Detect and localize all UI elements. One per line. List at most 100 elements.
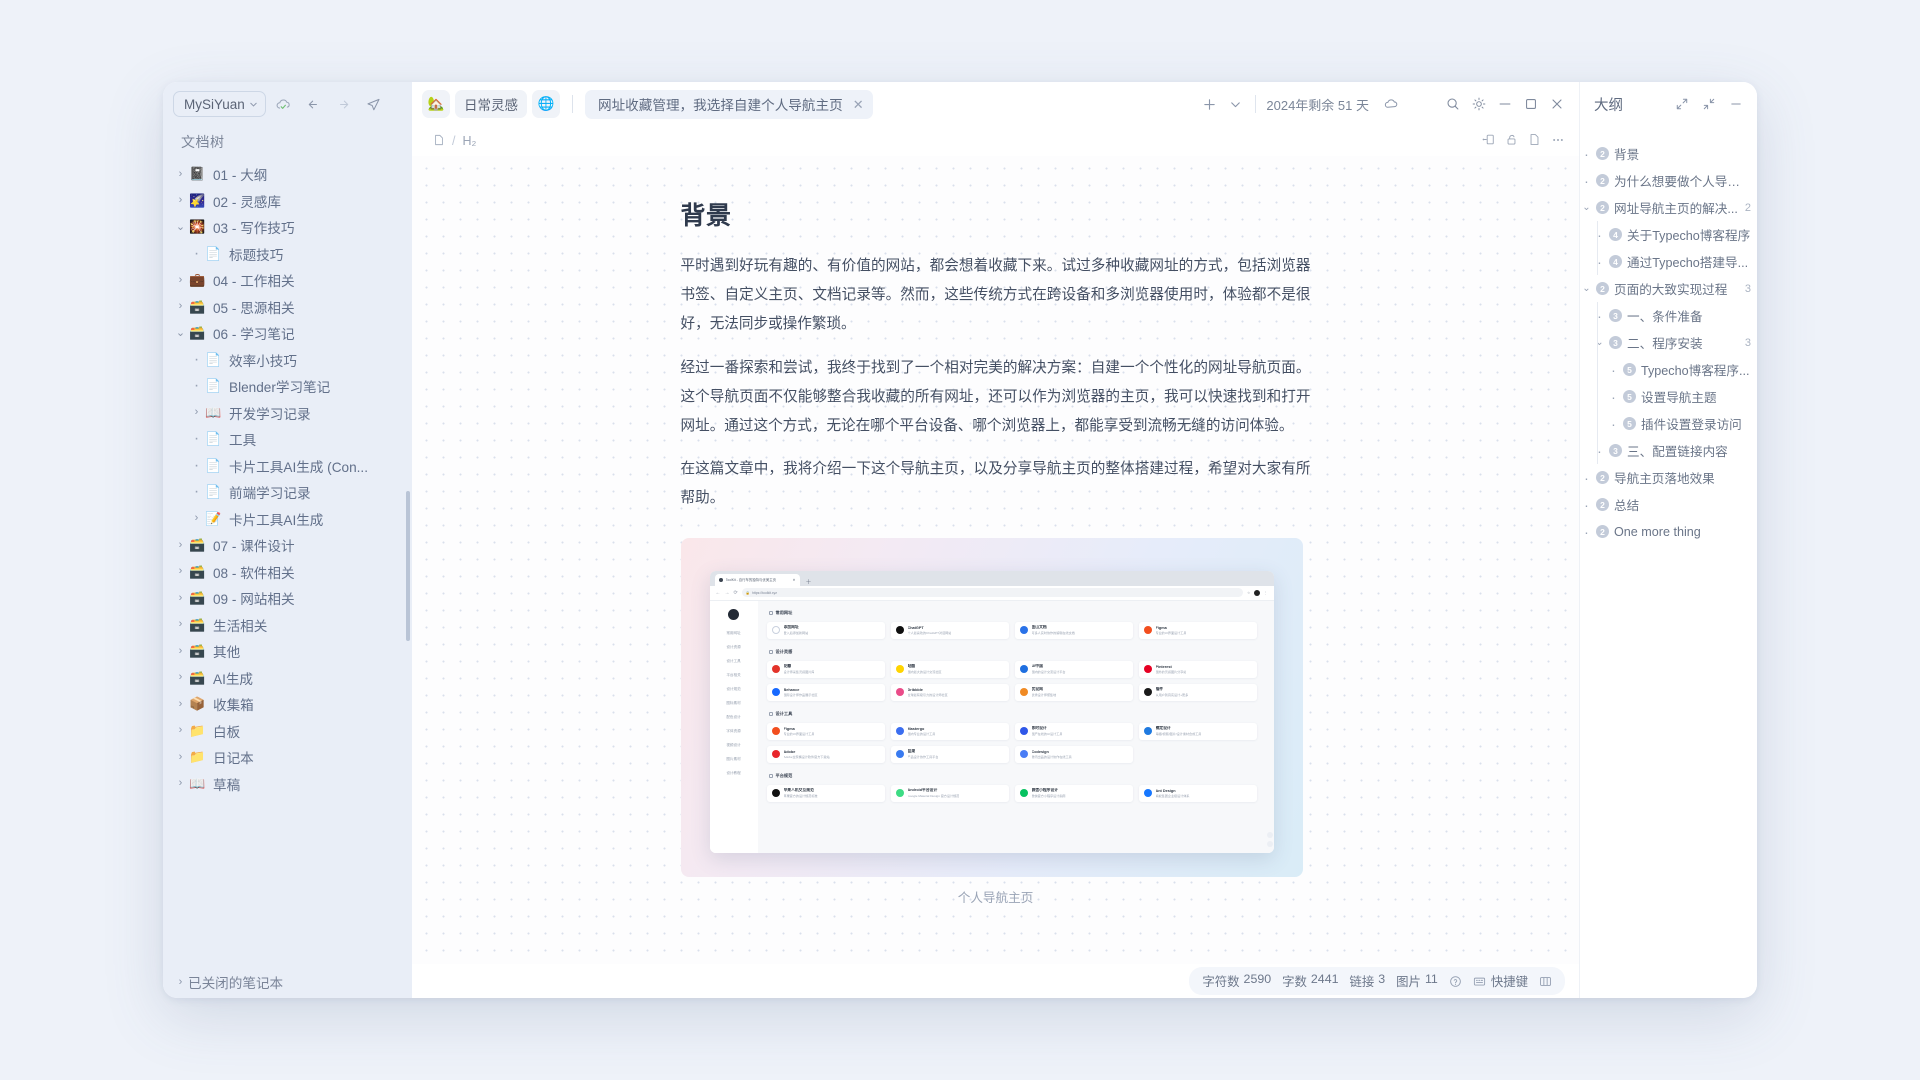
tree-item[interactable]: › 📓 01 - 大纲 [163,161,412,188]
outline-minimize-icon[interactable] [1724,92,1748,116]
tab-daily-inspiration[interactable]: 日常灵感 [455,90,527,118]
outline-item[interactable]: · 4 关于Typecho博客程序 [1580,221,1757,248]
help-circle-icon[interactable] [1449,975,1462,988]
outline-item[interactable]: ⌄ 2 页面的大致实现过程 3 [1580,275,1757,302]
tree-item[interactable]: › 💼 04 - 工作相关 [163,267,412,294]
outline-toggle-icon[interactable] [1482,133,1495,149]
unlock-icon[interactable] [1505,133,1518,149]
chevron-right-icon[interactable]: › [173,566,188,577]
tree-item[interactable]: › 🗃️ 其他 [163,638,412,665]
tree-item[interactable]: › 📁 白板 [163,718,412,745]
outline-item[interactable]: · 2 One more thing [1580,518,1757,545]
figure-image[interactable]: ToolKit - 自行车的独特与优美主页 ✕ ＋ ← → ⟳ 🔒 https:… [680,537,1303,877]
closed-notebooks-row[interactable]: › 已关闭的笔记本 [163,966,412,998]
outline-item[interactable]: · 5 Typecho博客程序... [1580,356,1757,383]
add-tab-button[interactable] [1197,92,1221,116]
collapse-all-icon[interactable] [1697,92,1721,116]
chevron-right-icon[interactable]: › [173,592,188,604]
chevron-down-icon[interactable]: ⌄ [173,221,188,233]
chevron-right-icon[interactable]: › [173,195,188,206]
forward-arrow-icon[interactable] [332,92,356,116]
tree-item[interactable]: ⌄ 🎇 03 - 写作技巧 [163,214,412,241]
outline-item[interactable]: · 3 三、配置链接内容 [1580,437,1757,464]
window-close-icon[interactable] [1545,92,1569,116]
tree-item[interactable]: › 📖 开发学习记录 [163,400,412,427]
tree-item[interactable]: › 📦 收集箱 [163,691,412,718]
back-arrow-icon[interactable] [302,92,326,116]
outline-item[interactable]: · 5 设置导航主题 [1580,383,1757,410]
cloud-icon[interactable] [1379,92,1403,116]
outline-item[interactable]: ⌄ 3 二、程序安装 3 [1580,329,1757,356]
chevron-right-icon[interactable]: › [173,645,188,657]
tree-item[interactable]: › 🗃️ 07 - 课件设计 [163,532,412,559]
tree-item[interactable]: › 🗃️ 生活相关 [163,612,412,639]
chevron-right-icon[interactable]: › [173,672,188,683]
chevron-right-icon[interactable]: › [189,513,204,524]
tab-list-chevron-down-icon[interactable] [1223,92,1247,116]
tree-item[interactable]: ⌄ 🗃️ 06 - 学习笔记 [163,320,412,347]
tree-item[interactable]: · 📄 Blender学习笔记 [163,373,412,400]
chevron-right-icon[interactable]: › [173,168,188,180]
chevron-right-icon[interactable]: › [189,407,204,418]
minimize-icon[interactable] [1493,92,1517,116]
sidebar-scrollbar[interactable] [406,491,410,641]
document-tree[interactable]: › 📓 01 - 大纲 › 🌠 02 - 灵感库 ⌄ 🎇 03 - 写作技巧 · 📄 标题技巧 › 💼 04… [163,161,412,966]
more-dots-icon[interactable] [1551,133,1565,150]
document-body[interactable]: 背景 平时遇到好玩有趣的、有价值的网站，都会想着收藏下来。试过多种收藏网址的方式… [680,178,1311,906]
theme-sun-icon[interactable] [1467,92,1491,116]
outline-item[interactable]: · 2 背景 [1580,140,1757,167]
chevron-right-icon[interactable]: › [173,778,188,789]
outline-list[interactable]: · 2 背景 · 2 为什么想要做个人导航主页 ⌄ 2 网址导航主页的解决... 2 · 4 关于Typ… [1580,126,1757,998]
editor-canvas[interactable]: 背景 平时遇到好玩有趣的、有价值的网站，都会想着收藏下来。试过多种收藏网址的方式… [412,156,1579,964]
expand-all-icon[interactable] [1670,92,1694,116]
workspace-switcher[interactable]: MySiYuan [173,91,266,117]
chevron-right-icon[interactable]: › [173,619,188,630]
tree-item[interactable]: › 🌠 02 - 灵感库 [163,188,412,215]
shortcut-button[interactable]: 快捷键 [1473,972,1528,990]
outline-item[interactable]: · 2 导航主页落地效果 [1580,464,1757,491]
chevron-down-icon[interactable]: ⌄ [173,327,188,339]
outline-item[interactable]: · 2 为什么想要做个人导航主页 [1580,167,1757,194]
tree-item[interactable]: · 📄 工具 [163,426,412,453]
document-icon[interactable] [433,134,445,149]
columns-icon[interactable] [1539,975,1552,988]
tree-item[interactable]: › 📖 草稿 [163,771,412,798]
editor-scroll-area[interactable]: 背景 平时遇到好玩有趣的、有价值的网站，都会想着收藏下来。试过多种收藏网址的方式… [412,156,1579,964]
chevron-right-icon[interactable]: › [173,274,188,286]
chevron-right-icon[interactable]: › [173,751,188,763]
tree-item[interactable]: · 📄 标题技巧 [163,241,412,268]
chevron-down-icon[interactable]: ⌄ [1580,283,1593,294]
breadcrumb-heading-level[interactable]: H₂ [462,134,476,148]
outline-item[interactable]: ⌄ 2 网址导航主页的解决... 2 [1580,194,1757,221]
maximize-icon[interactable] [1519,92,1543,116]
chevron-down-icon[interactable]: ⌄ [1580,202,1593,213]
tree-item[interactable]: › 📁 日记本 [163,744,412,771]
chevron-right-icon[interactable]: › [173,725,188,736]
page-icon[interactable] [1528,133,1541,149]
tree-item[interactable]: › 🗃️ 05 - 思源相关 [163,294,412,321]
tree-item[interactable]: › 🗃️ 08 - 软件相关 [163,559,412,586]
active-document-tab[interactable]: 网址收藏管理，我选择自建个人导航主页 ✕ [585,89,873,119]
tree-item[interactable]: › 📝 卡片工具AI生成 [163,506,412,533]
send-plane-icon[interactable] [362,92,386,116]
tree-item[interactable]: · 📄 卡片工具AI生成 (Con... [163,453,412,480]
tree-item[interactable]: · 📄 效率小技巧 [163,347,412,374]
outline-item[interactable]: · 3 一、条件准备 [1580,302,1757,329]
tree-item[interactable]: › 🗃️ AI生成 [163,665,412,692]
chevron-right-icon[interactable]: › [173,698,188,710]
outline-item[interactable]: · 2 总结 [1580,491,1757,518]
tree-item[interactable]: · 📄 前端学习记录 [163,479,412,506]
chevron-right-icon[interactable]: › [173,539,188,551]
search-icon[interactable] [1441,92,1465,116]
mock-back-icon: ← [715,589,721,596]
chevron-down-icon[interactable]: ⌄ [1593,337,1606,348]
outline-item[interactable]: · 5 插件设置登录访问 [1580,410,1757,437]
cloud-sync-icon[interactable] [272,92,296,116]
tree-item[interactable]: › 🗃️ 09 - 网站相关 [163,585,412,612]
chevron-right-icon[interactable]: › [173,301,188,312]
bullet-icon: · [1597,307,1602,324]
tab-home-pin[interactable]: 🏡 [422,90,450,118]
outline-item[interactable]: · 4 通过Typecho搭建导... [1580,248,1757,275]
close-icon[interactable]: ✕ [853,98,864,111]
tab-globe-pin[interactable]: 🌐 [532,90,560,118]
